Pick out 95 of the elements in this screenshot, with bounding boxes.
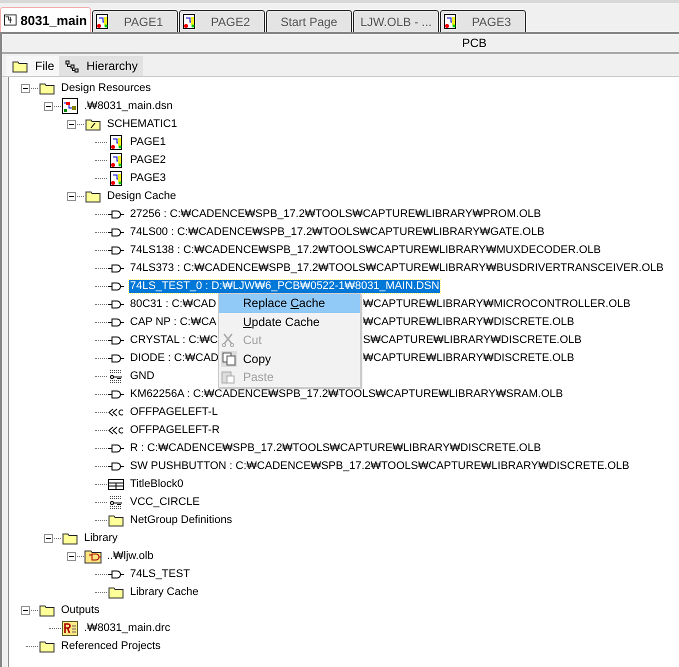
offpage-connector-icon bbox=[108, 408, 124, 416]
view-tab[interactable]: File bbox=[6, 56, 60, 76]
menu-item[interactable]: Update Cache bbox=[219, 312, 360, 331]
tree-item[interactable]: 74LS373 : C:₩CADENCE₩SPB_17.2₩TOOLS₩CAPTURE₩LIBRARY₩BUSDRIVERTRANSCEIVER.OLB bbox=[129, 262, 665, 274]
schematic-page-icon bbox=[183, 14, 196, 29]
gate-icon bbox=[108, 282, 124, 290]
tree-item[interactable]: Library Cache bbox=[129, 586, 200, 598]
report-icon bbox=[62, 620, 78, 636]
tree-item-text: S₩CAPTURE₩LIBRARY₩DISCRETE.OLB bbox=[363, 334, 582, 346]
tree-item-text: ₩CAPTURE₩LIBRARY₩MICROCONTROLLER.OLB bbox=[363, 298, 630, 310]
tree-item[interactable]: GND bbox=[129, 370, 156, 382]
folder-icon bbox=[85, 190, 101, 202]
folder-icon bbox=[39, 640, 55, 652]
title-block-icon bbox=[108, 478, 124, 490]
paste-icon bbox=[221, 370, 235, 384]
collapse-icon[interactable] bbox=[44, 102, 53, 111]
scissors-icon bbox=[221, 333, 235, 348]
tree-item[interactable]: TitleBlock0 bbox=[129, 478, 184, 490]
document-tab[interactable]: LJW.OLB - ... bbox=[353, 10, 439, 32]
power-ground-icon bbox=[109, 368, 123, 384]
gate-icon bbox=[108, 336, 124, 344]
gate-icon bbox=[108, 300, 124, 308]
tree-item[interactable]: KM62256A : C:₩CADENCE₩SPB_17.2₩TOOLS₩CAPTURE₩LIBRARY₩SRAM.OLB bbox=[129, 388, 564, 400]
folder-icon bbox=[12, 60, 28, 72]
schematic-page-icon bbox=[110, 170, 122, 186]
schematic-page-icon bbox=[110, 134, 122, 150]
tree-item[interactable]: OFFPAGELEFT-L bbox=[129, 406, 219, 418]
tree-item[interactable]: DIODE : C:₩CAD bbox=[129, 352, 220, 364]
tree-item[interactable]: PAGE1 bbox=[129, 136, 167, 148]
hierarchy-icon bbox=[65, 60, 80, 72]
folder-icon bbox=[39, 82, 55, 94]
tree-item[interactable]: 74LS_TEST bbox=[129, 568, 191, 580]
library-icon bbox=[84, 548, 102, 564]
gate-icon bbox=[108, 264, 124, 272]
tree-item[interactable]: Design Cache bbox=[106, 190, 178, 202]
schematic-page-icon bbox=[444, 14, 457, 29]
folder-icon bbox=[108, 514, 124, 526]
folder-icon bbox=[108, 586, 124, 598]
gate-icon bbox=[108, 462, 124, 470]
document-tab[interactable]: PAGE3 bbox=[440, 10, 526, 32]
copy-icon bbox=[222, 352, 236, 366]
schematic-page-icon bbox=[96, 14, 109, 29]
tree-item[interactable]: PAGE2 bbox=[129, 154, 167, 166]
menu-item[interactable]: Replace Cache bbox=[219, 294, 360, 312]
tree-item[interactable]: PAGE3 bbox=[129, 172, 167, 184]
power-ground-icon bbox=[109, 494, 123, 510]
collapse-icon[interactable] bbox=[67, 552, 76, 561]
tree-item[interactable]: ..₩ljw.olb bbox=[106, 550, 154, 562]
gate-icon bbox=[108, 210, 124, 218]
tree-item[interactable]: 74LS00 : C:₩CADENCE₩SPB_17.2₩TOOLS₩CAPTURE₩LIBRARY₩GATE.OLB bbox=[129, 226, 546, 238]
tree-item[interactable]: CAP NP : C:₩CA bbox=[129, 316, 218, 328]
tree-item-text: ₩CAPTURE₩LIBRARY₩DISCRETE.OLB bbox=[363, 352, 574, 364]
folder-icon bbox=[39, 604, 55, 616]
tree-item[interactable]: CRYSTAL : C:₩C bbox=[129, 334, 219, 346]
document-tab[interactable]: 8031_main bbox=[0, 7, 91, 32]
menu-item[interactable]: Copy bbox=[219, 350, 360, 368]
tree-item[interactable]: R : C:₩CADENCE₩SPB_17.2₩TOOLS₩CAPTURE₩LIBRARY₩DISCRETE.OLB bbox=[129, 442, 542, 454]
tree-item[interactable]: OFFPAGELEFT-R bbox=[129, 424, 221, 436]
gate-icon bbox=[108, 318, 124, 326]
collapse-icon[interactable] bbox=[44, 534, 53, 543]
tree-item[interactable]: VCC_CIRCLE bbox=[129, 496, 201, 508]
tree-item[interactable]: SCHEMATIC1 bbox=[106, 118, 178, 130]
schematic-page-icon bbox=[110, 152, 122, 168]
tree-item[interactable]: NetGroup Definitions bbox=[129, 514, 234, 526]
collapse-icon[interactable] bbox=[21, 84, 30, 93]
tree-item[interactable]: Referenced Projects bbox=[60, 640, 162, 652]
view-tab[interactable]: Hierarchy bbox=[59, 56, 143, 76]
tree-item[interactable]: .₩8031_main.dsn bbox=[83, 100, 174, 112]
tree-item[interactable]: Outputs bbox=[60, 604, 101, 616]
design-tab-icon bbox=[4, 13, 16, 27]
tree-item[interactable]: 80C31 : C:₩CAD bbox=[129, 298, 218, 310]
gate-icon bbox=[108, 390, 124, 398]
folder-icon bbox=[62, 532, 78, 544]
tree-item[interactable]: .₩8031_main.drc bbox=[83, 622, 172, 634]
collapse-icon[interactable] bbox=[67, 192, 76, 201]
tree-item[interactable]: Library bbox=[83, 532, 119, 544]
collapse-icon[interactable] bbox=[21, 606, 30, 615]
document-tab[interactable]: PAGE1 bbox=[92, 10, 178, 32]
folder-icon bbox=[85, 118, 101, 130]
tree-item[interactable]: 74LS_TEST_0 : D:₩LJW₩6_PCB₩0522-1₩8031_MAIN.DSN bbox=[129, 280, 440, 292]
tree-item[interactable]: 27256 : C:₩CADENCE₩SPB_17.2₩TOOLS₩CAPTURE₩LIBRARY₩PROM.OLB bbox=[129, 208, 542, 220]
tree-item-text: ₩CAPTURE₩LIBRARY₩DISCRETE.OLB bbox=[363, 316, 574, 328]
tree-item[interactable]: SW PUSHBUTTON : C:₩CADENCE₩SPB_17.2₩TOOLS₩CAPTURE₩LIBRARY₩DISCRETE.OLB bbox=[129, 460, 630, 472]
offpage-connector-icon bbox=[108, 426, 124, 434]
document-tab[interactable]: PAGE2 bbox=[179, 10, 265, 32]
gate-icon bbox=[108, 228, 124, 236]
tree-item[interactable]: Design Resources bbox=[60, 82, 152, 94]
gate-icon bbox=[108, 354, 124, 362]
design-icon bbox=[62, 98, 78, 114]
gate-icon bbox=[108, 570, 124, 578]
gate-icon bbox=[108, 246, 124, 254]
tree-item[interactable]: 74LS138 : C:₩CADENCE₩SPB_17.2₩TOOLS₩CAPTURE₩LIBRARY₩MUXDECODER.OLB bbox=[129, 244, 602, 256]
gate-icon bbox=[108, 444, 124, 452]
document-tab[interactable]: Start Page bbox=[266, 10, 352, 32]
collapse-icon[interactable] bbox=[67, 120, 76, 129]
